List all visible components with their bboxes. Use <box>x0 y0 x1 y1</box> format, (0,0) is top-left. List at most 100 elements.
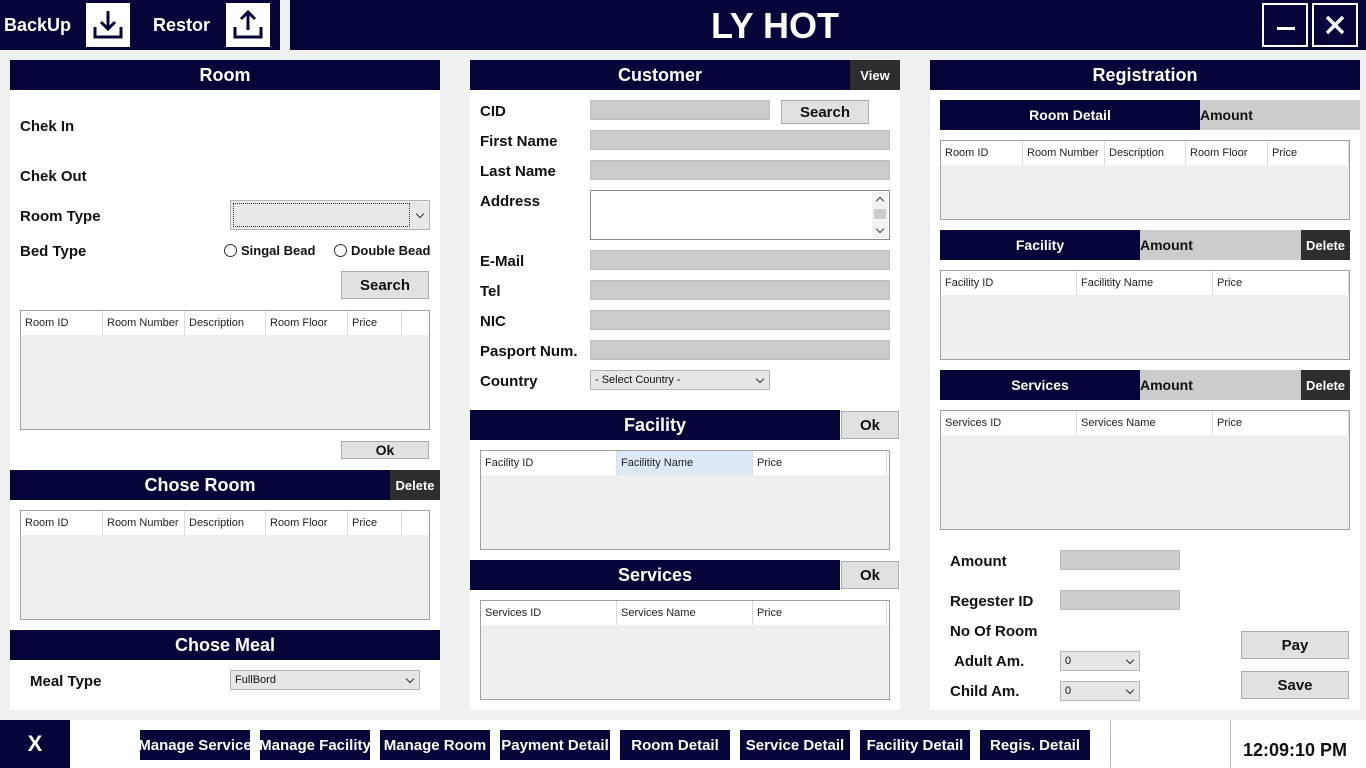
save-button[interactable]: Save <box>1241 671 1349 699</box>
grid-column[interactable]: Room ID <box>21 311 103 335</box>
grid-column[interactable]: Facility ID <box>481 451 617 475</box>
chevron-down-icon <box>1125 655 1135 665</box>
check-out-label: Chek Out <box>20 168 87 185</box>
grid-header: Services ID Services Name Price <box>481 601 889 625</box>
grid-column[interactable]: Price <box>1213 411 1349 435</box>
grid-column[interactable]: Description <box>185 311 266 335</box>
meal-type-select[interactable]: FullBord <box>230 670 420 690</box>
close-window-button[interactable] <box>1312 3 1358 47</box>
address-scrollbar[interactable] <box>872 192 888 238</box>
address-label: Address <box>480 193 541 210</box>
minimize-button[interactable] <box>1262 3 1308 47</box>
room-search-button[interactable]: Search <box>341 271 429 299</box>
country-label: Country <box>480 373 538 390</box>
app-title: LY HOT <box>710 5 840 46</box>
radio-label: Double Bead <box>351 243 431 258</box>
services-header: Services <box>470 560 840 590</box>
last-name-input[interactable] <box>590 160 890 180</box>
reg-room-grid[interactable]: Room ID Room Number Description Room Flo… <box>940 140 1350 220</box>
grid-column[interactable]: Description <box>1105 141 1186 165</box>
room-amount-label: Amount <box>1200 100 1360 130</box>
address-textarea[interactable] <box>590 190 890 240</box>
country-select[interactable]: - Select Country - <box>590 370 770 390</box>
grid-column[interactable]: Room Floor <box>1186 141 1268 165</box>
grid-column[interactable]: Description <box>185 511 266 535</box>
first-name-input[interactable] <box>590 130 890 150</box>
grid-column[interactable]: Services ID <box>941 411 1077 435</box>
nav-manage-room[interactable]: Manage Room <box>380 730 490 760</box>
backup-button[interactable] <box>84 1 132 49</box>
nic-input[interactable] <box>590 310 890 330</box>
email-input[interactable] <box>590 250 890 270</box>
customer-search-button[interactable]: Search <box>781 100 869 124</box>
grid-column[interactable]: Facilitity Name <box>617 451 753 475</box>
restore-button[interactable] <box>224 1 272 49</box>
nav-manage-facility[interactable]: Manage Facility <box>259 730 371 760</box>
facility-ok-button[interactable]: Ok <box>841 411 899 439</box>
grid-column[interactable]: Room Number <box>103 511 185 535</box>
reg-facility-delete-button[interactable]: Delete <box>1301 230 1350 260</box>
chose-room-delete-button[interactable]: Delete <box>390 470 440 500</box>
nav-manage-service[interactable]: Manage Service <box>138 730 252 760</box>
child-select[interactable]: 0 <box>1060 681 1140 701</box>
radio-single-bed[interactable]: Singal Bead <box>224 243 315 258</box>
footer-divider <box>1230 720 1231 768</box>
grid-column[interactable]: Room Number <box>1023 141 1105 165</box>
reg-facility-grid[interactable]: Facility ID Facilitity Name Price <box>940 270 1350 360</box>
scroll-down-icon[interactable] <box>875 224 885 234</box>
meal-type-label: Meal Type <box>30 673 102 690</box>
child-value: 0 <box>1065 685 1072 697</box>
scroll-up-icon[interactable] <box>875 196 885 206</box>
customer-view-button[interactable]: View <box>850 60 900 90</box>
nav-room-detail[interactable]: Room Detail <box>620 730 730 760</box>
grid-column[interactable]: Price <box>753 601 887 625</box>
nav-service-detail[interactable]: Service Detail <box>740 730 850 760</box>
reg-facility-label: Facility <box>940 230 1140 260</box>
grid-column[interactable]: Room ID <box>21 511 103 535</box>
tel-input[interactable] <box>590 280 890 300</box>
grid-column[interactable]: Room Floor <box>266 511 348 535</box>
grid-column[interactable]: Price <box>753 451 887 475</box>
passport-input[interactable] <box>590 340 890 360</box>
grid-column[interactable]: Price <box>1268 141 1349 165</box>
scroll-thumb[interactable] <box>874 209 886 219</box>
radio-double-bed[interactable]: Double Bead <box>334 243 430 258</box>
grid-column[interactable]: Services ID <box>481 601 617 625</box>
reg-services-grid[interactable]: Services ID Services Name Price <box>940 410 1350 530</box>
room-type-select[interactable] <box>230 200 430 230</box>
child-label: Child Am. <box>950 683 1020 700</box>
cid-input[interactable] <box>590 100 770 120</box>
footer-close-button[interactable]: X <box>0 720 70 768</box>
services-ok-button[interactable]: Ok <box>841 561 899 589</box>
chose-room-grid[interactable]: Room ID Room Number Description Room Flo… <box>20 510 430 620</box>
radio-circle-icon <box>334 244 347 257</box>
grid-column[interactable]: Facilitity Name <box>1077 271 1213 295</box>
nav-payment-detail[interactable]: Payment Detail <box>500 730 610 760</box>
facility-header: Facility <box>470 410 840 440</box>
room-grid[interactable]: Room ID Room Number Description Room Flo… <box>20 310 430 430</box>
grid-column[interactable]: Price <box>348 511 402 535</box>
room-ok-button[interactable]: Ok <box>341 441 429 459</box>
register-id-field[interactable] <box>1060 590 1180 610</box>
grid-column[interactable]: Room Floor <box>266 311 348 335</box>
grid-header: Facility ID Facilitity Name Price <box>941 271 1349 295</box>
adult-select[interactable]: 0 <box>1060 651 1140 671</box>
grid-column[interactable]: Price <box>348 311 402 335</box>
grid-header: Facility ID Facilitity Name Price <box>481 451 889 475</box>
grid-column[interactable]: Services Name <box>617 601 753 625</box>
reg-services-delete-button[interactable]: Delete <box>1301 370 1350 400</box>
facility-grid[interactable]: Facility ID Facilitity Name Price <box>480 450 890 550</box>
grid-column[interactable]: Room ID <box>941 141 1023 165</box>
nav-facility-detail[interactable]: Facility Detail <box>860 730 970 760</box>
chevron-down-icon <box>1125 685 1135 695</box>
passport-label: Pasport Num. <box>480 343 578 360</box>
nav-regis-detail[interactable]: Regis. Detail <box>980 730 1090 760</box>
grid-column[interactable]: Room Number <box>103 311 185 335</box>
grid-column[interactable]: Services Name <box>1077 411 1213 435</box>
pay-button[interactable]: Pay <box>1241 631 1349 659</box>
grid-column[interactable]: Facility ID <box>941 271 1077 295</box>
services-grid[interactable]: Services ID Services Name Price <box>480 600 890 700</box>
registration-header: Registration <box>930 60 1360 90</box>
grid-column[interactable]: Price <box>1213 271 1349 295</box>
footer-divider <box>1110 720 1111 768</box>
